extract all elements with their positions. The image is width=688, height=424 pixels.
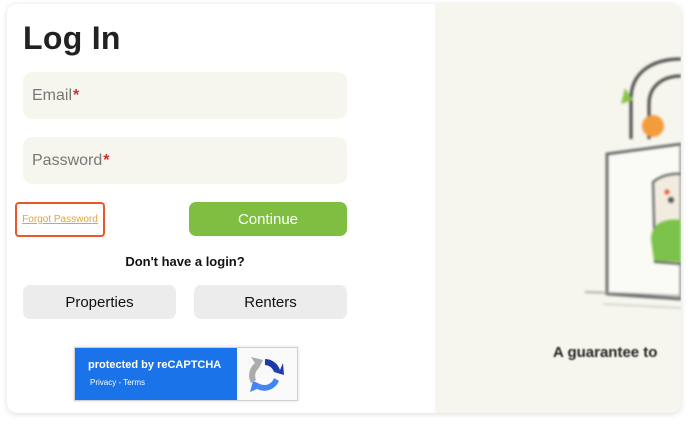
- recaptcha-widget[interactable]: protected by reCAPTCHA Privacy - Terms: [74, 347, 298, 401]
- recaptcha-links: Privacy - Terms: [90, 378, 145, 387]
- password-field[interactable]: Password *: [23, 137, 347, 184]
- email-label: Email: [32, 86, 73, 104]
- login-panel: Log In Email * Password * Forgot Password …: [7, 4, 435, 413]
- continue-button[interactable]: Continue: [189, 202, 347, 236]
- recaptcha-terms-link[interactable]: Terms: [123, 378, 145, 387]
- forgot-password-link[interactable]: Forgot Password: [22, 214, 98, 225]
- login-card: Log In Email * Password * Forgot Password …: [7, 4, 681, 413]
- properties-button[interactable]: Properties: [23, 285, 176, 319]
- email-field[interactable]: Email *: [23, 72, 347, 119]
- recaptcha-privacy-link[interactable]: Privacy: [90, 378, 116, 387]
- email-required-mark: *: [73, 86, 80, 104]
- recaptcha-banner: protected by reCAPTCHA Privacy - Terms: [75, 348, 237, 400]
- forgot-password-highlight: Forgot Password: [15, 202, 105, 237]
- page-title: Log In: [23, 20, 121, 56]
- password-label: Password: [32, 151, 103, 169]
- promo-panel: A guarantee to: [435, 4, 681, 413]
- password-required-mark: *: [103, 151, 110, 169]
- promo-headline: A guarantee to: [553, 344, 658, 361]
- renters-button[interactable]: Renters: [194, 285, 347, 319]
- recaptcha-logo-icon: [249, 357, 284, 392]
- recaptcha-protected-text: protected by reCAPTCHA: [88, 359, 222, 371]
- no-login-text: Don't have a login?: [125, 254, 245, 269]
